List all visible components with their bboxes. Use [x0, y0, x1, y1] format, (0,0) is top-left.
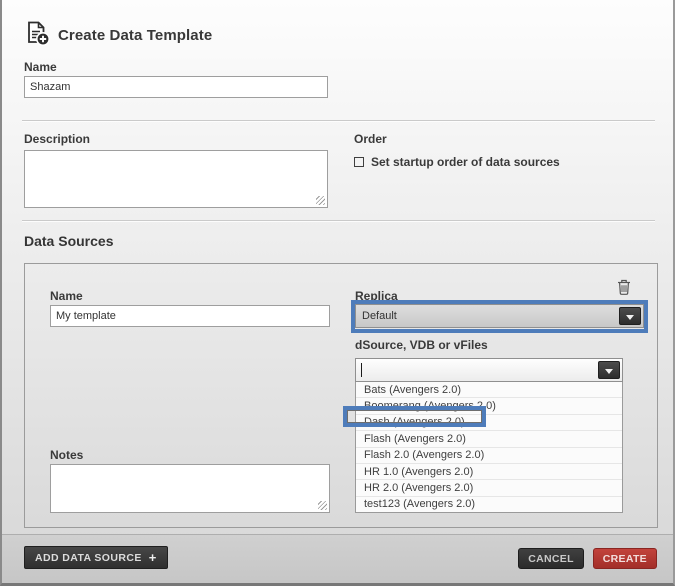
create-data-template-dialog: Create Data Template Name Description Or…: [0, 0, 675, 586]
source-option[interactable]: HR 2.0 (Avengers 2.0): [356, 480, 622, 496]
dialog-title: Create Data Template: [58, 27, 212, 44]
startup-order-checkbox-row: Set startup order of data sources: [354, 155, 560, 169]
notes-textarea[interactable]: [50, 464, 330, 513]
trash-icon[interactable]: [617, 279, 631, 300]
source-option[interactable]: HR 1.0 (Avengers 2.0): [356, 464, 622, 480]
source-option[interactable]: test123 (Avengers 2.0): [356, 497, 622, 512]
description-label: Description: [24, 132, 90, 146]
source-option-dash[interactable]: Dash (Avengers 2.0): [356, 415, 622, 431]
create-button[interactable]: CREATE: [593, 548, 657, 569]
dialog-header: Create Data Template: [24, 20, 212, 51]
notes-label: Notes: [50, 448, 83, 462]
order-label: Order: [354, 132, 387, 146]
source-dropdown[interactable]: [355, 358, 623, 382]
source-option[interactable]: Flash (Avengers 2.0): [356, 431, 622, 447]
card-name-label: Name: [50, 289, 83, 303]
divider: [22, 120, 655, 121]
card-name-input[interactable]: [50, 305, 330, 327]
replica-dropdown[interactable]: Default: [355, 304, 644, 328]
text-cursor: [361, 363, 362, 377]
add-data-source-label: ADD DATA SOURCE: [35, 552, 142, 564]
name-input[interactable]: [24, 76, 328, 98]
replica-annotation-highlight: Default: [351, 300, 648, 333]
replica-selected-value: Default: [362, 305, 397, 327]
cancel-button[interactable]: CANCEL: [518, 548, 584, 569]
source-option[interactable]: Bats (Avengers 2.0): [356, 382, 622, 398]
resize-grip-icon[interactable]: [316, 196, 325, 205]
data-sources-heading: Data Sources: [24, 233, 113, 249]
chevron-down-icon[interactable]: [619, 307, 641, 325]
chevron-down-icon[interactable]: [598, 361, 620, 379]
data-source-card: Name Replica Default dSource, VDB or vFi…: [24, 263, 658, 528]
startup-order-checkbox[interactable]: [354, 157, 364, 167]
plus-icon: +: [149, 551, 157, 564]
replica-label: Replica: [355, 289, 398, 303]
source-options-list: Bats (Avengers 2.0) Boomerang (Avengers …: [355, 382, 623, 513]
divider: [22, 220, 655, 221]
add-data-source-button[interactable]: ADD DATA SOURCE +: [24, 546, 168, 569]
document-plus-icon: [24, 20, 50, 51]
source-option[interactable]: Flash 2.0 (Avengers 2.0): [356, 448, 622, 464]
startup-order-checkbox-label: Set startup order of data sources: [371, 155, 560, 169]
description-textarea[interactable]: [24, 150, 328, 208]
dialog-footer: ADD DATA SOURCE + CANCEL CREATE: [2, 534, 673, 583]
name-label: Name: [24, 60, 57, 74]
source-select-label: dSource, VDB or vFiles: [355, 338, 488, 352]
resize-grip-icon[interactable]: [318, 501, 327, 510]
source-option[interactable]: Boomerang (Avengers 2.0): [356, 398, 622, 414]
